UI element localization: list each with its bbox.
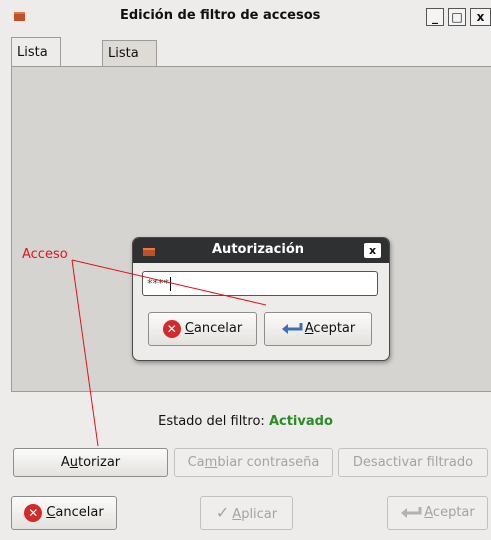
change-password-button[interactable]: Cambiar contraseña <box>174 448 333 477</box>
text-caret <box>170 277 171 291</box>
title-bar[interactable]: Edición de filtro de accesos _ □ x <box>0 0 491 33</box>
dialog-accept-button[interactable]: Aceptar <box>264 312 372 346</box>
dialog-close-button[interactable]: x <box>364 243 381 258</box>
disable-filter-button[interactable]: Desactivar filtrado <box>338 448 488 477</box>
authorization-dialog: Autorización x **** ✕ Cancelar Aceptar <box>132 237 390 361</box>
return-arrow-icon <box>281 322 303 334</box>
dialog-title-bar[interactable]: Autorización x <box>133 238 389 263</box>
minimize-button[interactable]: _ <box>426 8 444 26</box>
tab-lista-blanca[interactable]: Lista blanca <box>102 40 158 87</box>
app-window-icon <box>143 248 155 256</box>
dialog-title: Autorización <box>212 242 305 257</box>
window-title: Edición de filtro de accesos <box>120 8 321 23</box>
accept-button[interactable]: Aceptar <box>387 496 488 530</box>
filter-status-value: Activado <box>268 414 333 429</box>
cancel-button[interactable]: ✕ Cancelar <box>11 496 117 530</box>
filter-status: Estado del filtro: Activado <box>0 414 491 429</box>
app-window-icon <box>14 12 25 21</box>
password-field[interactable]: **** <box>142 271 378 296</box>
filter-status-label: Estado del filtro: <box>158 414 265 429</box>
dialog-cancel-button[interactable]: ✕ Cancelar <box>148 312 257 346</box>
maximize-button[interactable]: □ <box>448 8 466 26</box>
annotation-label: Acceso <box>22 247 68 262</box>
close-button[interactable]: x <box>470 8 491 26</box>
cancel-circle-icon: ✕ <box>162 319 181 338</box>
return-arrow-icon <box>401 506 422 518</box>
tab-lista-negra[interactable]: Lista negra <box>11 37 61 90</box>
main-window: Edición de filtro de accesos _ □ x Lista… <box>0 0 491 540</box>
checkmark-icon: ✓ <box>215 503 230 522</box>
apply-button[interactable]: ✓ Aplicar <box>200 496 293 530</box>
authorize-button[interactable]: Autorizar <box>13 448 168 477</box>
cancel-circle-icon: ✕ <box>24 503 43 522</box>
